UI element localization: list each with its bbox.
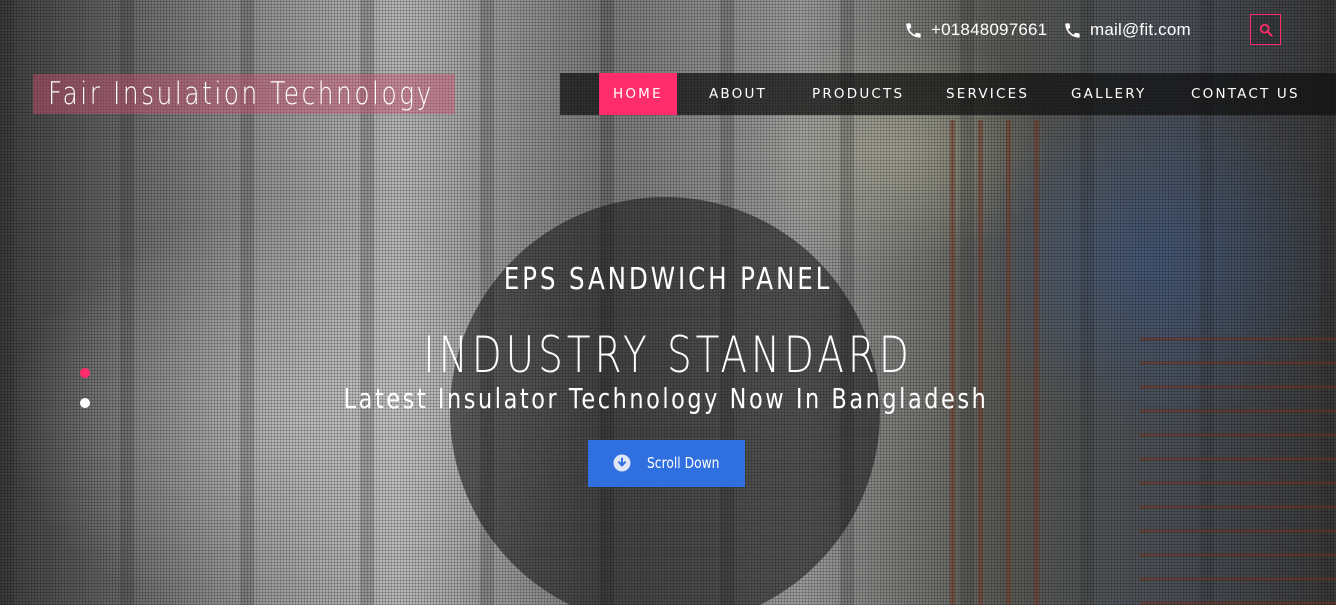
slider-dot-2[interactable] xyxy=(80,398,90,408)
phone-number: +01848097661 xyxy=(931,20,1048,39)
search-button[interactable] xyxy=(1250,14,1281,45)
scroll-down-button[interactable]: Scroll Down xyxy=(588,440,745,487)
hero-title: INDUSTRY STANDARD xyxy=(423,326,913,384)
nav-item-home[interactable]: HOME xyxy=(599,73,677,115)
nav-item-about[interactable]: ABOUT xyxy=(709,73,767,115)
slider-dot-1-active[interactable] xyxy=(80,368,90,378)
phone-icon xyxy=(906,22,921,38)
phone-contact[interactable]: +01848097661 xyxy=(904,20,1047,40)
nav-item-contact-us[interactable]: CONTACT US xyxy=(1191,73,1300,115)
nav-item-gallery[interactable]: GALLERY xyxy=(1071,73,1146,115)
nav-item-products[interactable]: PRODUCTS xyxy=(812,73,904,115)
search-icon xyxy=(1259,23,1273,37)
arrow-down-circle-icon xyxy=(613,454,631,472)
nav-item-services[interactable]: SERVICES xyxy=(946,73,1029,115)
top-contact-bar: +01848097661 mail@fit.com xyxy=(0,8,1336,54)
scroll-down-label: Scroll Down xyxy=(647,454,720,472)
phone-icon xyxy=(1065,22,1080,38)
site-logo-text[interactable]: Fair Insulation Technology xyxy=(48,76,434,112)
main-navigation: HOME ABOUT PRODUCTS SERVICES GALLERY CON… xyxy=(560,73,1336,115)
hero-subtitle: EPS SANDWICH PANEL xyxy=(503,262,833,297)
email-address: mail@fit.com xyxy=(1090,20,1191,39)
hero-tagline: Latest Insulator Technology Now In Bangl… xyxy=(343,382,989,415)
email-contact[interactable]: mail@fit.com xyxy=(1063,20,1191,40)
